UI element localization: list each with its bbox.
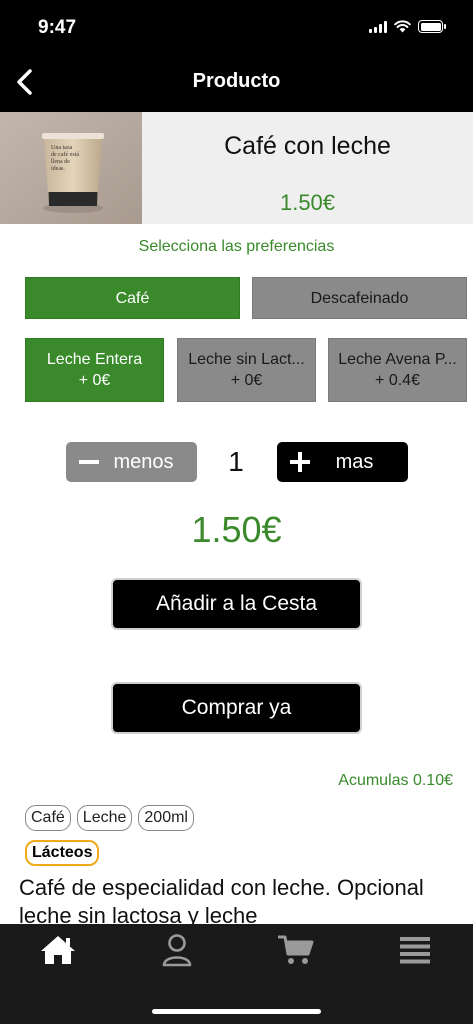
preferences-label: Selecciona las preferencias <box>138 238 335 255</box>
accumulate-points-text: Acumulas 0.10€ <box>338 772 453 789</box>
product-content: Una taza de café está llena de ideas. Ca… <box>0 112 473 924</box>
signal-icon <box>369 20 387 33</box>
home-indicator <box>152 1009 321 1014</box>
option-leche-sin-lactosa[interactable]: Leche sin Lact... + 0€ <box>177 338 316 402</box>
option-leche-entera[interactable]: Leche Entera + 0€ <box>25 338 164 402</box>
option-extra-price: + 0.4€ <box>375 372 420 389</box>
user-icon <box>162 934 192 967</box>
option-label: Leche sin Lact... <box>188 351 305 368</box>
cart-icon <box>278 935 314 964</box>
tab-cart[interactable] <box>276 930 316 970</box>
product-header: Una taza de café está llena de ideas. Ca… <box>0 112 473 224</box>
minus-icon <box>70 452 108 472</box>
decrease-quantity-button[interactable]: menos <box>66 442 197 482</box>
menu-icon <box>400 937 430 964</box>
product-image: Una taza de café está llena de ideas. <box>0 112 142 224</box>
wifi-icon <box>394 20 411 33</box>
decrease-label: menos <box>113 450 174 473</box>
product-name: Café con leche <box>224 132 391 160</box>
tag: Leche <box>76 805 133 831</box>
tag-list: Café Leche 200ml <box>25 805 194 831</box>
plus-icon <box>281 452 319 472</box>
nav-bar: Producto <box>0 52 473 112</box>
allergen-tag: Lácteos <box>25 840 100 866</box>
option-extra-price: + 0€ <box>230 372 263 389</box>
product-description: Café de especialidad con leche. Opcional… <box>19 875 424 924</box>
total-price: 1.50€ <box>191 509 282 550</box>
page-title: Producto <box>192 70 281 92</box>
option-leche-avena[interactable]: Leche Avena P... + 0.4€ <box>328 338 467 402</box>
option-label: Café <box>115 289 150 307</box>
option-label: Descafeinado <box>310 289 409 307</box>
option-cafe[interactable]: Café <box>25 277 240 319</box>
option-label: Leche Avena P... <box>338 351 457 368</box>
tab-menu[interactable] <box>395 930 435 970</box>
status-time: 9:47 <box>38 17 77 38</box>
option-descafeinado[interactable]: Descafeinado <box>252 277 467 319</box>
buy-now-button[interactable]: Comprar ya <box>111 682 362 734</box>
tab-profile[interactable] <box>157 930 197 970</box>
status-icons <box>369 20 446 33</box>
tag: 200ml <box>138 805 194 831</box>
tab-bar <box>0 924 473 1024</box>
tag: Café <box>25 805 71 831</box>
option-label: Leche Entera <box>46 351 143 368</box>
quantity-value: 1 <box>228 446 244 477</box>
increase-label: mas <box>335 450 374 473</box>
battery-icon <box>418 20 446 33</box>
tab-home[interactable] <box>38 930 78 970</box>
add-to-cart-button[interactable]: Añadir a la Cesta <box>111 578 362 630</box>
home-icon <box>41 936 75 964</box>
option-extra-price: + 0€ <box>78 372 111 389</box>
status-bar: 9:47 <box>0 0 473 52</box>
product-price: 1.50€ <box>279 190 336 215</box>
increase-quantity-button[interactable]: mas <box>277 442 408 482</box>
cup-text: Una taza de café está llena de ideas. <box>51 145 79 172</box>
